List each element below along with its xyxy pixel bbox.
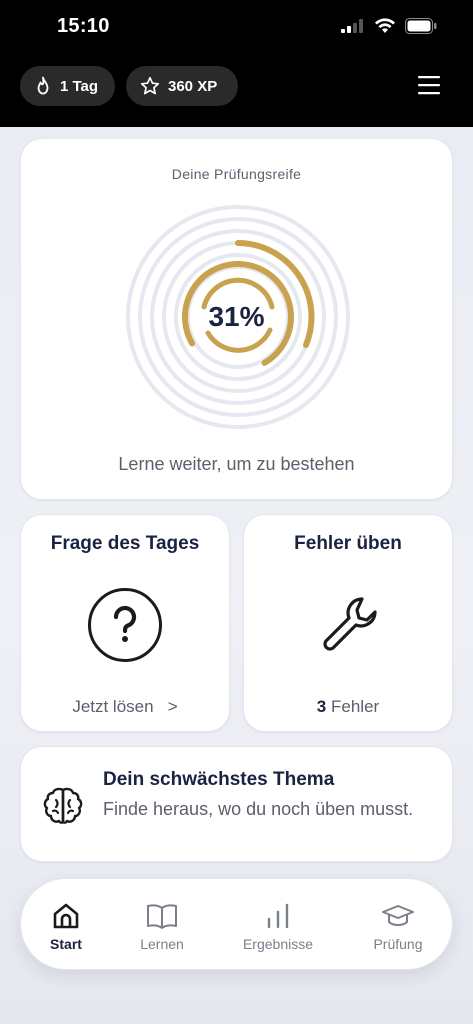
question-circle-icon bbox=[88, 588, 162, 662]
streak-badge[interactable]: 1 Tag bbox=[20, 66, 115, 106]
weakest-topic-title: Dein schwächstes Thema bbox=[103, 769, 335, 790]
chevron-right-icon: > bbox=[167, 697, 178, 716]
battery-icon bbox=[405, 18, 437, 34]
home-icon bbox=[53, 903, 79, 929]
mistakes-count: 3 bbox=[316, 697, 327, 716]
mistakes-count-row: 3 Fehler bbox=[244, 697, 452, 717]
top-header: 15:10 1 Tag 360 XP bbox=[0, 0, 473, 127]
nav-label-pruefung: Prüfung bbox=[373, 936, 423, 952]
star-icon bbox=[140, 76, 160, 95]
status-time: 15:10 bbox=[57, 15, 110, 37]
exam-readiness-card[interactable]: Deine Prüfungsreife 31% Lerne weiter, um… bbox=[20, 138, 453, 500]
hamburger-menu-icon[interactable] bbox=[418, 75, 440, 95]
question-of-the-day-card[interactable]: Frage des Tages Jetzt lösen > bbox=[20, 514, 230, 732]
readiness-title: Deine Prüfungsreife bbox=[171, 166, 302, 182]
bottom-navigation: Start Lernen Ergebnisse Prüfung bbox=[20, 878, 453, 970]
status-icons bbox=[341, 18, 437, 34]
flame-icon bbox=[37, 76, 49, 95]
practice-mistakes-card[interactable]: Fehler üben 3 Fehler bbox=[243, 514, 453, 732]
graduation-cap-icon bbox=[382, 905, 414, 926]
weakest-topic-description: Finde heraus, wo du noch üben musst. bbox=[103, 799, 414, 819]
solve-now-label: Jetzt lösen bbox=[72, 697, 154, 716]
nav-label-start: Start bbox=[50, 936, 82, 952]
nav-item-pruefung[interactable]: Prüfung bbox=[348, 879, 448, 971]
nav-label-lernen: Lernen bbox=[140, 936, 184, 952]
readiness-arc-inner-bottom bbox=[205, 327, 273, 353]
practice-mistakes-title: Fehler üben bbox=[294, 533, 402, 554]
solve-now-link[interactable]: Jetzt lösen > bbox=[21, 697, 229, 717]
nav-item-ergebnisse[interactable]: Ergebnisse bbox=[228, 879, 328, 971]
wifi-icon bbox=[375, 18, 395, 33]
xp-label: 360 XP bbox=[168, 77, 218, 95]
signal-icon bbox=[341, 19, 363, 33]
nav-item-start[interactable]: Start bbox=[16, 879, 116, 971]
xp-badge[interactable]: 360 XP bbox=[126, 66, 238, 106]
streak-label: 1 Tag bbox=[60, 77, 99, 95]
question-of-the-day-title: Frage des Tages bbox=[50, 533, 200, 554]
wrench-icon bbox=[323, 597, 377, 651]
brain-icon bbox=[43, 787, 83, 824]
readiness-subtitle: Lerne weiter, um zu bestehen bbox=[118, 454, 355, 474]
weakest-topic-card[interactable]: Dein schwächstes Thema Finde heraus, wo … bbox=[20, 746, 453, 862]
mistakes-count-label: Fehler bbox=[331, 697, 380, 716]
book-icon bbox=[147, 904, 177, 929]
readiness-percent: 31% bbox=[208, 301, 265, 332]
nav-label-ergebnisse: Ergebnisse bbox=[242, 936, 314, 952]
nav-item-lernen[interactable]: Lernen bbox=[112, 879, 212, 971]
bar-chart-icon bbox=[267, 903, 289, 929]
